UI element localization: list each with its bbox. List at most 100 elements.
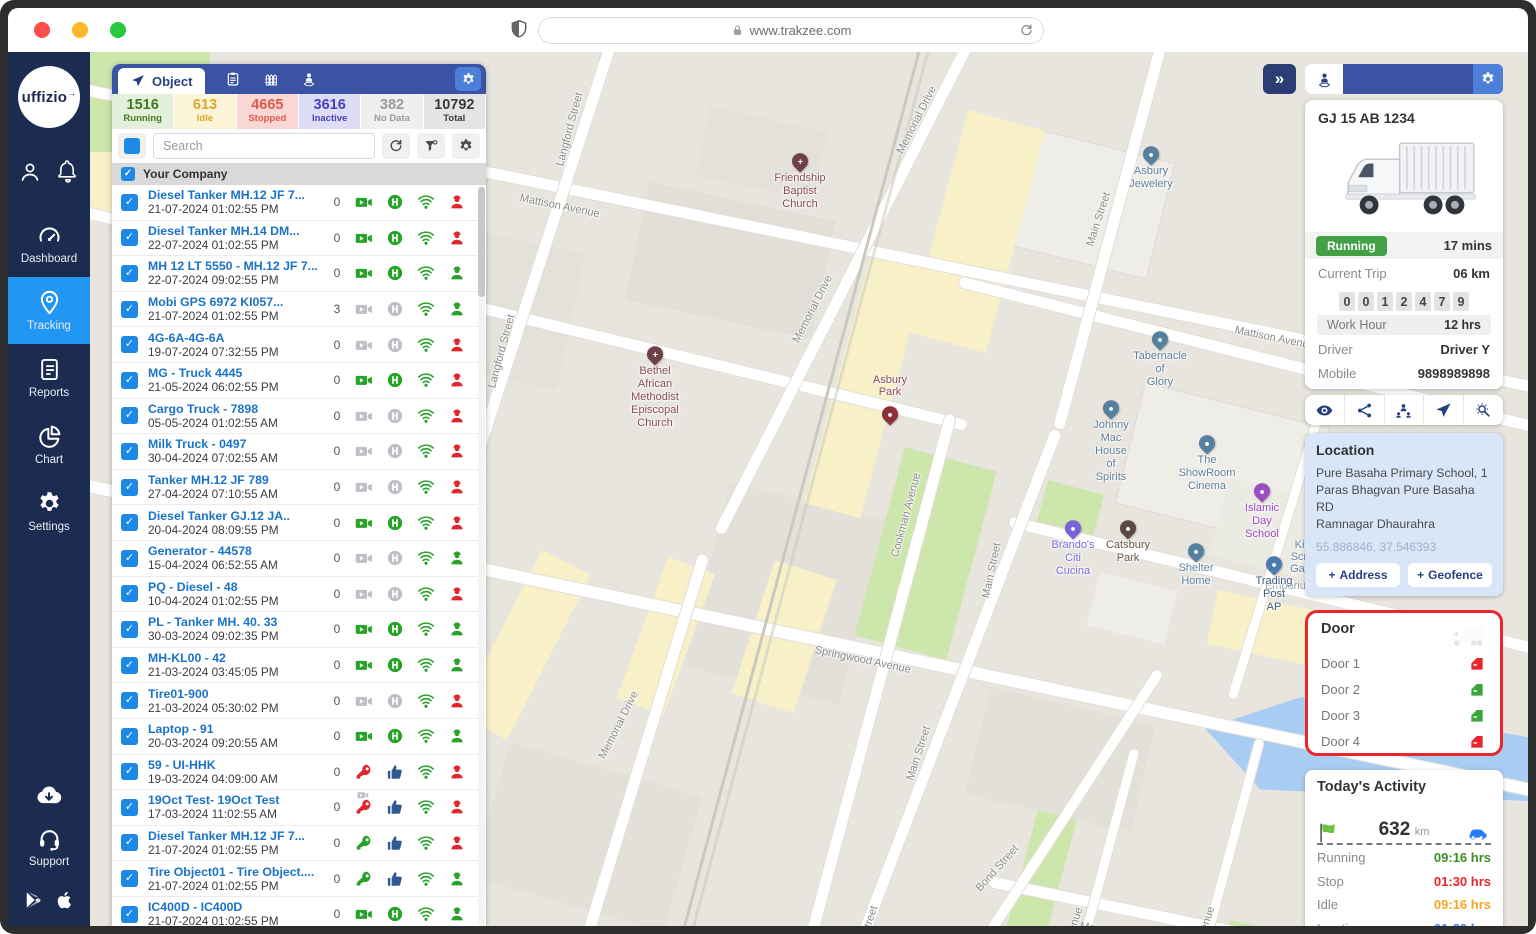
vehicle-checkbox[interactable] [121, 443, 138, 460]
vehicle-row[interactable]: 19Oct Test- 19Oct Test 17-03-2024 11:02:… [112, 790, 486, 826]
vehicle-checkbox[interactable] [121, 870, 138, 887]
status-count[interactable]: 10792 Total [424, 94, 486, 129]
vehicle-name-link[interactable]: Generator - 44578 [148, 544, 326, 558]
vehicle-row[interactable]: Tire01-900 21-03-2024 05:30:02 PM 0 [112, 683, 486, 719]
select-all-checkbox[interactable] [118, 133, 146, 159]
sidebar-item-tracking[interactable]: Tracking [8, 277, 90, 344]
add-address-button[interactable]: +Address [1316, 563, 1400, 587]
notifications-bell-icon[interactable] [56, 160, 80, 184]
vehicle-checkbox[interactable] [121, 336, 138, 353]
sidebar-item-dashboard[interactable]: Dashboard [8, 210, 90, 277]
driver-assign-button[interactable] [1385, 395, 1425, 425]
share-button[interactable] [1345, 395, 1385, 425]
sidebar-item-chart[interactable]: Chart [8, 411, 90, 478]
list-settings-button[interactable] [452, 133, 480, 159]
vehicle-checkbox[interactable] [121, 479, 138, 496]
vehicle-checkbox[interactable] [121, 407, 138, 424]
vehicle-row[interactable]: MH 12 LT 5550 - MH.12 JF 7... 22-07-2024… [112, 256, 486, 292]
vehicle-checkbox[interactable] [121, 550, 138, 567]
vehicle-row[interactable]: Laptop - 91 20-03-2024 09:20:55 AM 0 [112, 719, 486, 755]
vehicle-row[interactable]: IC400D - IC400D 21-07-2024 01:02:55 PM 0 [112, 897, 486, 926]
vehicle-checkbox[interactable] [121, 799, 138, 816]
shield-icon[interactable] [509, 19, 529, 41]
vehicle-name-link[interactable]: Laptop - 91 [148, 722, 326, 736]
uffizio-logo[interactable]: uffizio [18, 66, 80, 128]
tab-vehicle-detail[interactable] [1305, 64, 1343, 94]
vehicle-row[interactable]: Milk Truck - 0497 30-04-2024 07:02:55 AM… [112, 434, 486, 470]
vehicle-checkbox[interactable] [121, 265, 138, 282]
vehicle-checkbox[interactable] [121, 585, 138, 602]
vehicle-name-link[interactable]: 59 - UI-HHK [148, 758, 326, 772]
vehicle-checkbox[interactable] [121, 906, 138, 923]
vehicle-checkbox[interactable] [121, 621, 138, 638]
status-count[interactable]: 1516 Running [112, 94, 174, 129]
tab-trips-clipboard-icon[interactable] [225, 71, 241, 87]
vehicle-name-link[interactable]: Diesel Tanker GJ.12 JA.. [148, 509, 326, 523]
vehicle-checkbox[interactable] [121, 692, 138, 709]
maximize-window-button[interactable] [110, 22, 126, 38]
filter-button[interactable] [417, 133, 445, 159]
collapse-panel-button[interactable]: » [1263, 64, 1296, 94]
sidebar-item-settings[interactable]: Settings [8, 478, 90, 545]
sidebar-item-reports[interactable]: Reports [8, 344, 90, 411]
vehicle-name-link[interactable]: Tanker MH.12 JF 789 [148, 473, 326, 487]
vehicle-row[interactable]: Mobi GPS 6972 KI057... 21-07-2024 01:02:… [112, 292, 486, 328]
company-checkbox[interactable] [121, 167, 135, 181]
vehicle-row[interactable]: Diesel Tanker MH.12 JF 7... 21-07-2024 0… [112, 826, 486, 862]
vehicle-name-link[interactable]: Tire Object01 - Tire Object.... [148, 865, 326, 879]
minimize-window-button[interactable] [72, 22, 88, 38]
vehicle-name-link[interactable]: MG - Truck 4445 [148, 366, 326, 380]
panel-settings-button[interactable] [455, 67, 481, 91]
vehicle-row[interactable]: MG - Truck 4445 21-05-2024 06:02:55 PM 0 [112, 363, 486, 399]
vehicle-name-link[interactable]: PQ - Diesel - 48 [148, 580, 326, 594]
vehicle-row[interactable]: MH-KL00 - 42 21-03-2024 03:45:05 PM 0 [112, 648, 486, 684]
vehicle-row[interactable]: PL - Tanker MH. 40. 33 30-03-2024 09:02:… [112, 612, 486, 648]
apple-icon[interactable] [55, 890, 75, 910]
vehicle-row[interactable]: Diesel Tanker MH.14 DM... 22-07-2024 01:… [112, 221, 486, 257]
refresh-button[interactable] [382, 133, 410, 159]
vehicle-checkbox[interactable] [121, 834, 138, 851]
vehicle-checkbox[interactable] [121, 301, 138, 318]
vehicle-row[interactable]: Tanker MH.12 JF 789 27-04-2024 07:10:55 … [112, 470, 486, 506]
vehicle-name-link[interactable]: Tire01-900 [148, 687, 326, 701]
list-scrollbar[interactable] [478, 185, 485, 926]
google-play-icon[interactable] [23, 890, 43, 910]
reload-icon[interactable] [1019, 23, 1034, 38]
vehicle-row[interactable]: 4G-6A-4G-6A 19-07-2024 07:32:55 PM 0 [112, 327, 486, 363]
vehicle-row[interactable]: Generator - 44578 15-04-2024 06:52:55 AM… [112, 541, 486, 577]
vehicle-name-link[interactable]: Milk Truck - 0497 [148, 437, 326, 451]
vehicle-row[interactable]: Diesel Tanker MH.12 JF 7... 21-07-2024 0… [112, 185, 486, 221]
vehicle-name-link[interactable]: Cargo Truck - 7898 [148, 402, 326, 416]
vehicle-checkbox[interactable] [121, 763, 138, 780]
profile-icon[interactable] [18, 160, 42, 184]
tab-object[interactable]: Object [118, 68, 205, 94]
vehicle-name-link[interactable]: 19Oct Test- 19Oct Test [148, 793, 326, 807]
tab-geofence-fence-icon[interactable] [263, 71, 279, 87]
vehicle-checkbox[interactable] [121, 514, 138, 531]
inspect-button[interactable] [1464, 395, 1503, 425]
vehicle-name-link[interactable]: MH 12 LT 5550 - MH.12 JF 7... [148, 259, 326, 273]
tab-driver-map-icon[interactable] [301, 71, 317, 87]
vehicle-name-link[interactable]: 4G-6A-4G-6A [148, 331, 326, 345]
vehicle-name-link[interactable]: MH-KL00 - 42 [148, 651, 326, 665]
status-count[interactable]: 3616 Inactive [299, 94, 361, 129]
company-group-header[interactable]: Your Company [112, 163, 486, 185]
search-input[interactable] [153, 133, 375, 159]
vehicle-name-link[interactable]: Diesel Tanker MH.12 JF 7... [148, 188, 326, 202]
sidebar-item-support[interactable]: Support [8, 809, 90, 880]
close-window-button[interactable] [34, 22, 50, 38]
vehicle-checkbox[interactable] [121, 728, 138, 745]
cloud-download-icon[interactable] [32, 781, 66, 809]
vehicle-checkbox[interactable] [121, 657, 138, 674]
add-geofence-button[interactable]: +Geofence [1408, 563, 1492, 587]
vehicle-name-link[interactable]: Diesel Tanker MH.12 JF 7... [148, 829, 326, 843]
vehicle-row[interactable]: PQ - Diesel - 48 10-04-2024 01:02:55 PM … [112, 577, 486, 613]
view-button[interactable] [1305, 395, 1345, 425]
vehicle-row[interactable]: 59 - UI-HHK 19-03-2024 04:09:00 AM 0 [112, 755, 486, 791]
vehicle-checkbox[interactable] [121, 194, 138, 211]
status-count[interactable]: 613 Idle [174, 94, 236, 129]
vehicle-name-link[interactable]: Diesel Tanker MH.14 DM... [148, 224, 326, 238]
vehicle-name-link[interactable]: Mobi GPS 6972 KI057... [148, 295, 326, 309]
detail-settings-button[interactable] [1473, 64, 1503, 94]
status-count[interactable]: 4665 Stopped [237, 94, 299, 129]
